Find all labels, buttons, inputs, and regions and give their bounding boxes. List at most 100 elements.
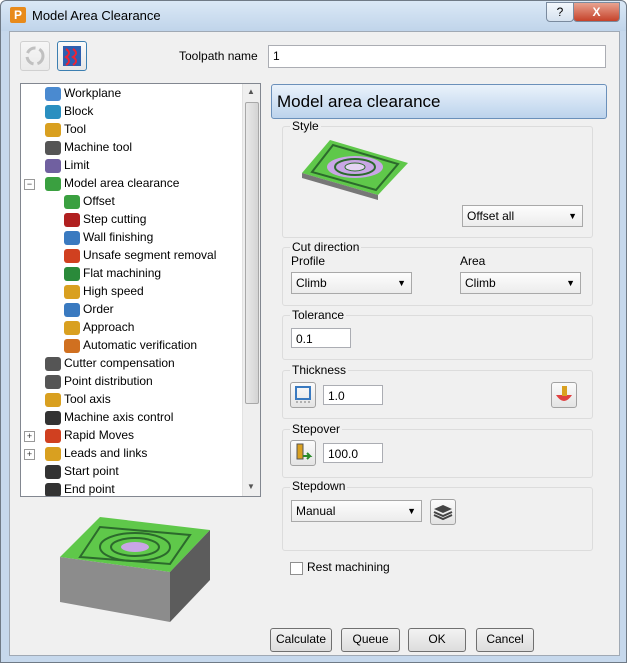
tree-item[interactable]: Limit	[45, 157, 89, 174]
stepdown-label: Stepdown	[290, 479, 348, 493]
tree-item-label: High speed	[83, 284, 144, 298]
area-select[interactable]: Climb ▼	[460, 272, 581, 294]
toolpath-style-button[interactable]	[57, 41, 87, 71]
tree-item-label: Flat machining	[83, 266, 162, 280]
cancel-button[interactable]: Cancel	[476, 628, 534, 652]
model-preview-image	[60, 517, 210, 622]
chevron-down-icon: ▼	[407, 506, 416, 516]
tree-item[interactable]: Point distribution	[45, 373, 153, 390]
tree-item[interactable]: Tool	[45, 121, 86, 138]
tree-item[interactable]: Leads and links	[45, 445, 147, 462]
close-button[interactable]: X	[573, 2, 620, 22]
tree-item[interactable]: Step cutting	[64, 211, 146, 228]
title-bar[interactable]: P Model Area Clearance ? X	[1, 1, 626, 31]
thickness-icon	[295, 386, 311, 403]
tree-item[interactable]: Start point	[45, 463, 119, 480]
recycle-icon	[25, 46, 45, 66]
machine-axis-control-icon	[45, 410, 61, 425]
thickness-input[interactable]: 1.0	[323, 385, 383, 405]
tolerance-input[interactable]: 0.1	[291, 328, 351, 348]
tree-item[interactable]: Flat machining	[64, 265, 161, 282]
scroll-up-icon[interactable]: ▲	[247, 87, 255, 96]
unsafe-segment-removal-icon	[64, 248, 80, 263]
help-button[interactable]: ?	[546, 2, 574, 22]
toolpath-name-input[interactable]: 1	[268, 45, 606, 68]
queue-button[interactable]: Queue	[341, 628, 400, 652]
stepover-copy-button[interactable]	[290, 440, 316, 466]
tree-item-label: End point	[64, 482, 115, 496]
thickness-options-button[interactable]	[290, 382, 316, 408]
offset-icon	[64, 194, 80, 209]
dialog-body: Toolpath name 1 Workplane Block Tool Machin…	[9, 31, 620, 656]
profile-select-value: Climb	[296, 276, 327, 290]
tree-item[interactable]: Block	[45, 103, 93, 120]
block-icon	[45, 104, 61, 119]
tree-item[interactable]: Offset	[64, 193, 115, 210]
collapse-icon[interactable]: −	[24, 179, 35, 190]
automatic-verification-icon	[64, 338, 80, 353]
style-select-value: Offset all	[467, 209, 515, 223]
tree-item-label: Order	[83, 302, 114, 316]
tree-item[interactable]: Rapid Moves	[45, 427, 134, 444]
tree-item[interactable]: Tool axis	[45, 391, 111, 408]
tree-scrollbar[interactable]: ▲ ▼	[242, 84, 260, 496]
layers-icon	[433, 505, 453, 521]
tree-item-label: Tool	[64, 122, 87, 136]
tree-item[interactable]: Workplane	[45, 85, 121, 102]
style-select[interactable]: Offset all ▼	[462, 205, 583, 227]
model-area-clearance-icon	[45, 176, 61, 191]
tree-item[interactable]: Unsafe segment removal	[64, 247, 216, 264]
stepover-copy-icon	[296, 443, 313, 460]
profile-select[interactable]: Climb ▼	[291, 272, 412, 294]
thickness-label: Thickness	[290, 363, 349, 377]
recycle-button[interactable]	[20, 41, 50, 71]
tree-item[interactable]: Machine axis control	[45, 409, 173, 426]
ok-button[interactable]: OK	[408, 628, 466, 652]
component-thickness-button[interactable]	[551, 382, 577, 408]
tree-item[interactable]: Order	[64, 301, 114, 318]
tree-item-label: Machine tool	[64, 140, 133, 154]
tree-item[interactable]: Approach	[64, 319, 134, 336]
order-icon	[64, 302, 80, 317]
tree-item-label: Step cutting	[83, 212, 147, 226]
tree-item-label: Rapid Moves	[64, 428, 135, 442]
machine-tool-icon	[45, 140, 61, 155]
expand-icon[interactable]: +	[24, 431, 35, 442]
tree-item[interactable]: Cutter compensation	[45, 355, 175, 372]
scroll-down-icon[interactable]: ▼	[247, 482, 255, 491]
workplane-icon	[45, 86, 61, 101]
rapid-moves-icon	[45, 428, 61, 443]
start-point-icon	[45, 464, 61, 479]
strategy-title: Model area clearance	[277, 92, 441, 111]
window-title: Model Area Clearance	[32, 8, 161, 23]
tree-item-label: Cutter compensation	[64, 356, 175, 370]
tree-item-label: Model area clearance	[64, 176, 180, 190]
tree-item[interactable]: Automatic verification	[64, 337, 197, 354]
tree-item[interactable]: Wall finishing	[64, 229, 153, 246]
tool-axis-icon	[45, 392, 61, 407]
stepdown-select[interactable]: Manual ▼	[291, 500, 422, 522]
scroll-thumb[interactable]	[245, 102, 259, 404]
stepover-input[interactable]: 100.0	[323, 443, 383, 463]
tree-item[interactable]: End point	[45, 481, 115, 496]
tree-item-label: Tool axis	[64, 392, 111, 406]
chevron-down-icon: ▼	[568, 211, 577, 221]
tolerance-label: Tolerance	[290, 308, 347, 322]
tree-item[interactable]: Machine tool	[45, 139, 132, 156]
tree-item-label: Machine axis control	[64, 410, 174, 424]
tree-item-label: Offset	[83, 194, 115, 208]
expand-icon[interactable]: +	[24, 449, 35, 460]
tree-item-label: Workplane	[64, 86, 122, 100]
stepdown-layers-button[interactable]	[430, 499, 456, 525]
point-distribution-icon	[45, 374, 61, 389]
calculate-button[interactable]: Calculate	[270, 628, 332, 652]
tree-item[interactable]: Model area clearance	[45, 175, 180, 192]
area-label: Area	[460, 254, 486, 268]
high-speed-icon	[64, 284, 80, 299]
rest-machining-checkbox[interactable]	[290, 562, 303, 575]
area-select-value: Climb	[465, 276, 496, 290]
tree-item-label: Leads and links	[64, 446, 148, 460]
stepover-label: Stepover	[290, 422, 343, 436]
tree-item-label: Start point	[64, 464, 119, 478]
tree-item[interactable]: High speed	[64, 283, 144, 300]
